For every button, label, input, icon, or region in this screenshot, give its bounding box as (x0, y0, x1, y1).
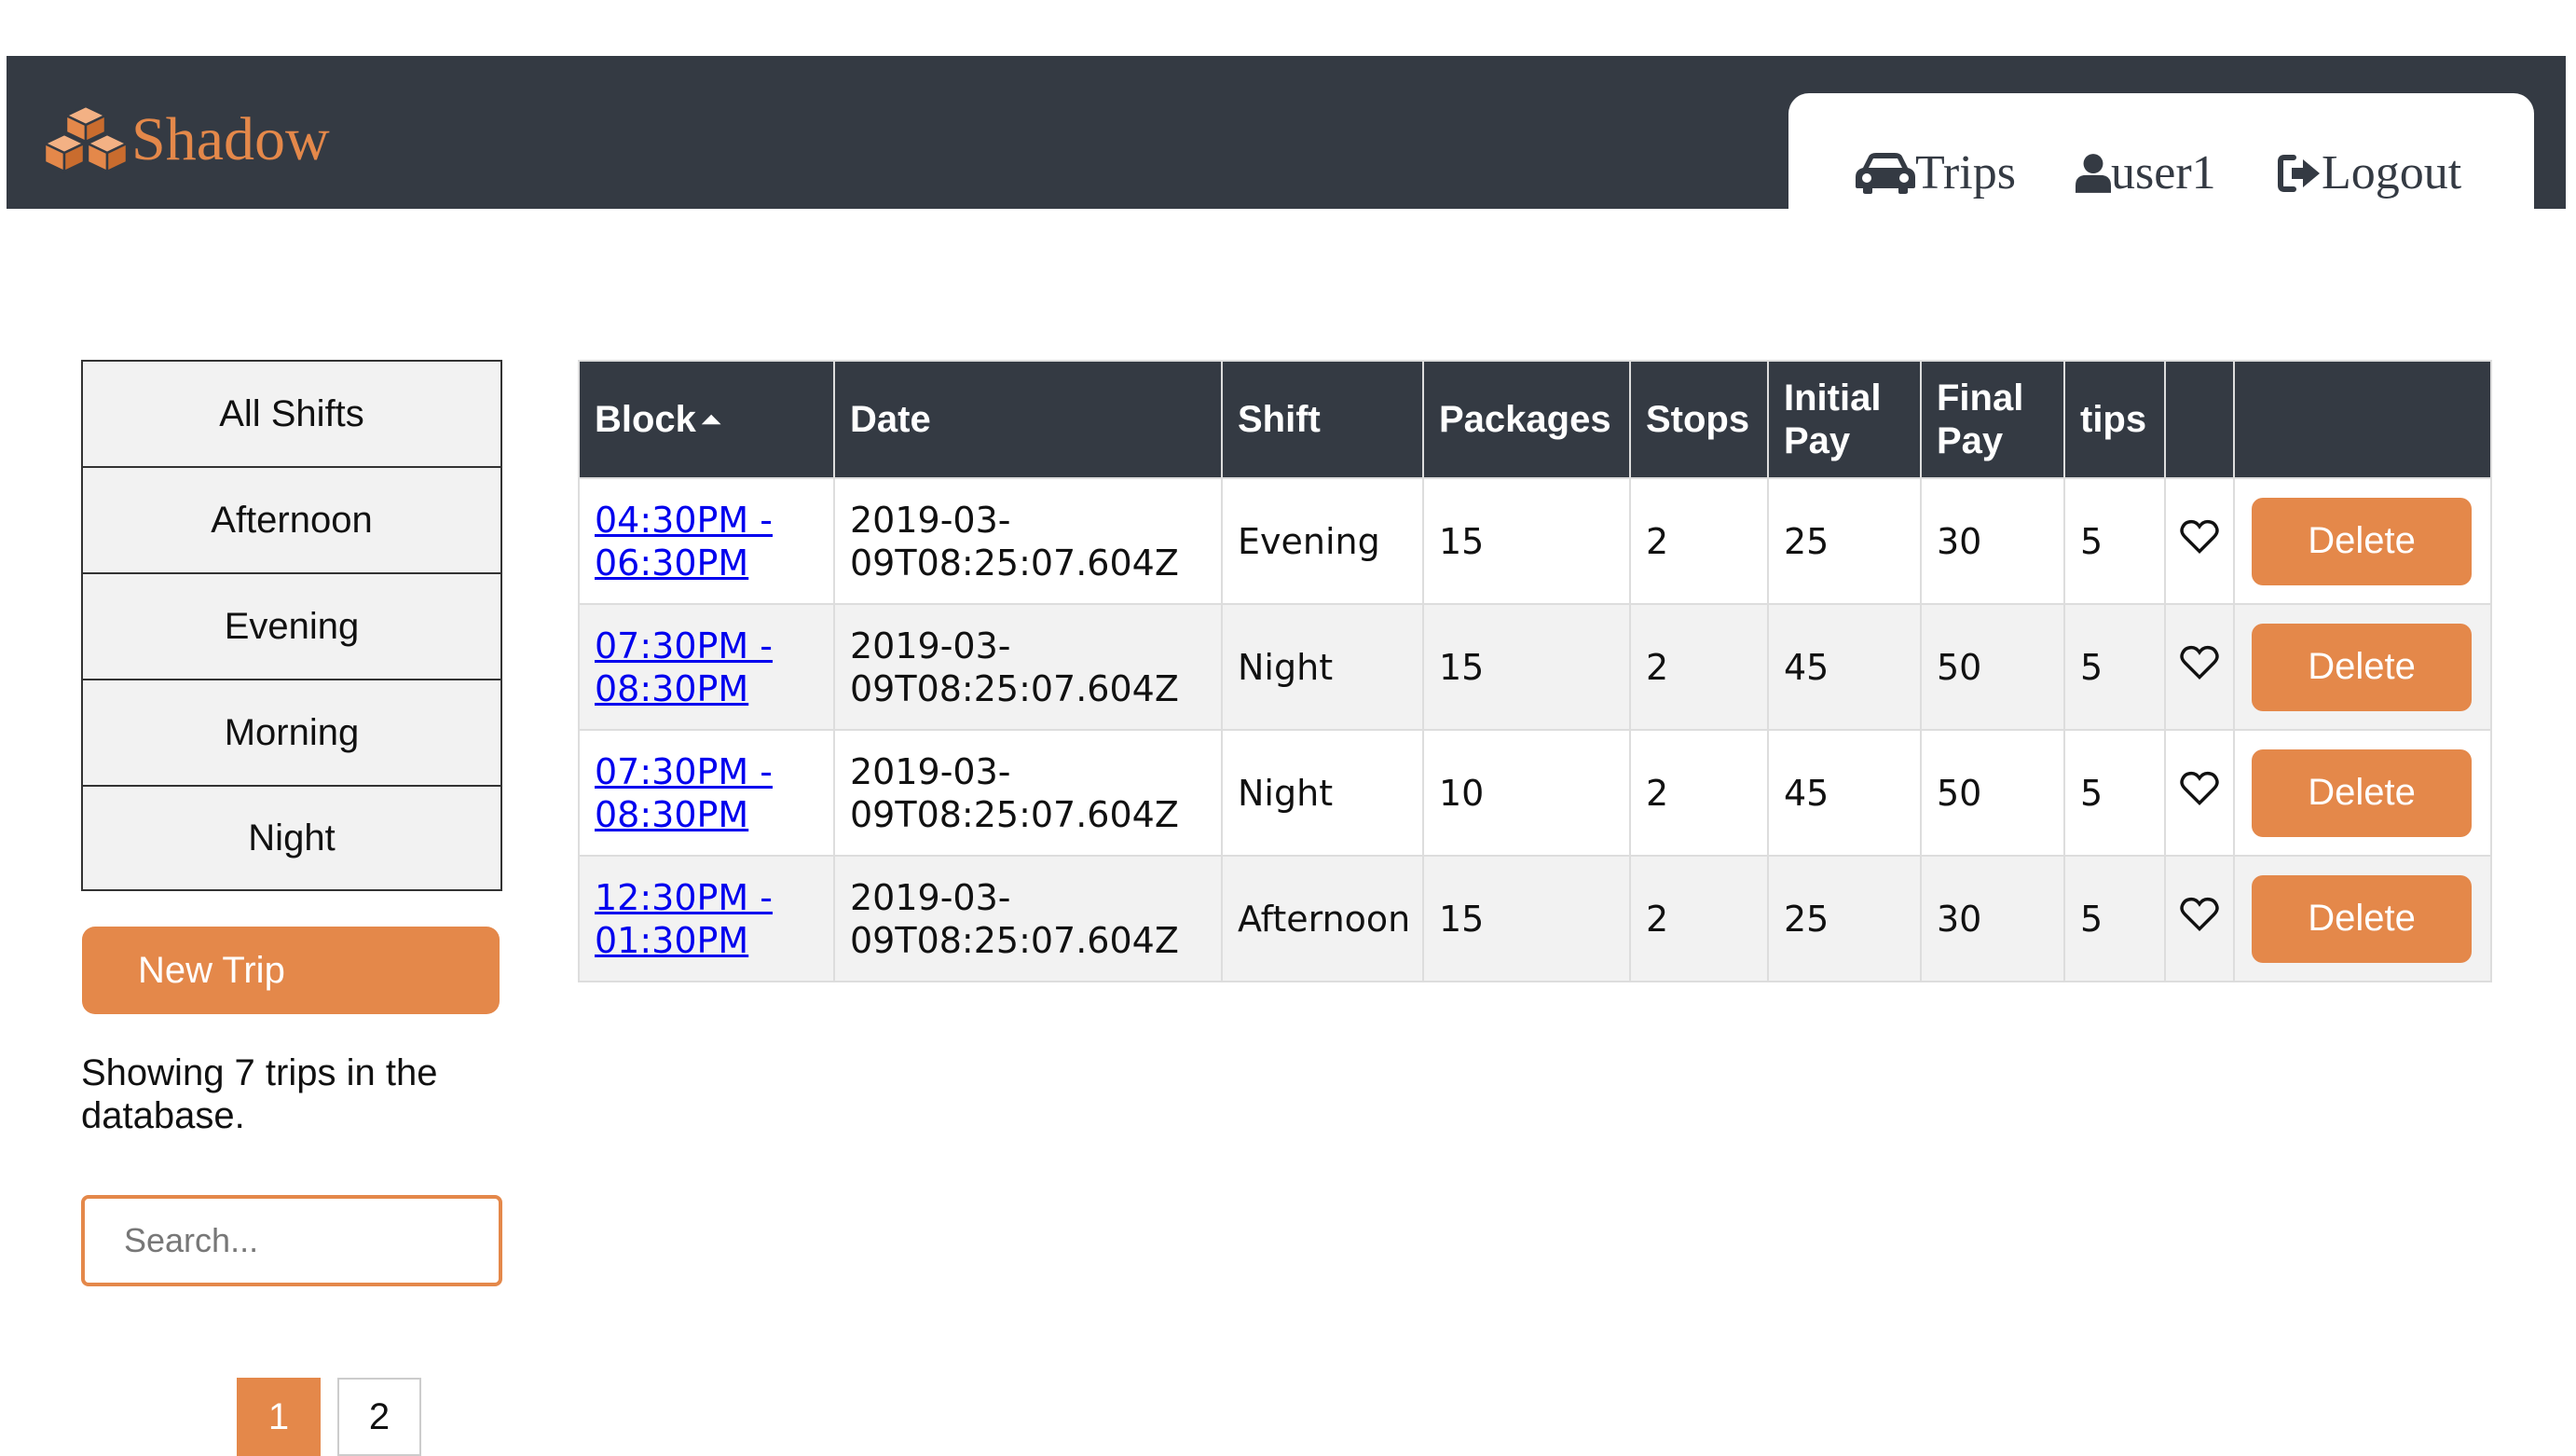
column-header-date[interactable]: Date (833, 360, 1223, 479)
trips-table: Block ⏶ Date Shift Packages Stops Initial… (578, 360, 2492, 982)
cell-tips: 5 (2063, 477, 2166, 605)
block-link[interactable]: 04:30PM - 06:30PM (595, 500, 773, 584)
table-row: 12:30PM - 01:30PM 2019-03-09T08:25:07.60… (578, 855, 2492, 982)
cell-favorite (2164, 603, 2235, 731)
cell-favorite (2164, 729, 2235, 857)
pagination-page-2[interactable]: 2 (337, 1378, 421, 1456)
cell-favorite (2164, 477, 2235, 605)
cell-block: 07:30PM - 08:30PM (578, 603, 835, 731)
cell-block: 12:30PM - 01:30PM (578, 855, 835, 982)
nav-logout-link[interactable]: Logout (2277, 145, 2461, 201)
column-header-favorite (2164, 360, 2235, 479)
heart-icon[interactable] (2180, 645, 2219, 680)
cell-stops: 2 (1629, 855, 1769, 982)
brand-name: Shadow (131, 105, 330, 173)
cell-shift: Afternoon (1221, 855, 1424, 982)
cell-initial-pay: 25 (1767, 477, 1922, 605)
table-row: 07:30PM - 08:30PM 2019-03-09T08:25:07.60… (578, 729, 2492, 857)
nav-trips-link[interactable]: Trips (1856, 145, 2016, 201)
cell-final-pay: 50 (1920, 729, 2065, 857)
cell-stops: 2 (1629, 477, 1769, 605)
new-trip-button[interactable]: New Trip (82, 927, 500, 1014)
cell-initial-pay: 45 (1767, 603, 1922, 731)
cell-initial-pay: 45 (1767, 729, 1922, 857)
heart-icon[interactable] (2180, 771, 2219, 806)
table-row: 04:30PM - 06:30PM 2019-03-09T08:25:07.60… (578, 477, 2492, 605)
column-header-final-pay[interactable]: Final Pay (1920, 360, 2065, 479)
block-link[interactable]: 12:30PM - 01:30PM (595, 877, 773, 961)
delete-button[interactable]: Delete (2252, 623, 2472, 711)
nav-logout-label: Logout (2322, 146, 2462, 199)
shift-filter-evening[interactable]: Evening (83, 574, 500, 680)
nav-user-link[interactable]: user1 (2076, 145, 2216, 201)
cell-date: 2019-03-09T08:25:07.604Z (833, 729, 1223, 857)
navbar: Shadow Trips user1 Logout (7, 56, 2566, 209)
cell-packages: 15 (1422, 855, 1631, 982)
cubes-icon (43, 104, 129, 173)
cell-tips: 5 (2063, 729, 2166, 857)
cell-date: 2019-03-09T08:25:07.604Z (833, 855, 1223, 982)
trip-count-text: Showing 7 trips in the database. (81, 1052, 438, 1136)
shift-filter-night[interactable]: Night (83, 787, 500, 889)
user-icon (2076, 154, 2111, 193)
cell-final-pay: 50 (1920, 603, 2065, 731)
cell-shift: Evening (1221, 477, 1424, 605)
shift-filter-morning[interactable]: Morning (83, 680, 500, 787)
pagination-page-1[interactable]: 1 (237, 1378, 321, 1456)
delete-button[interactable]: Delete (2252, 874, 2472, 963)
column-header-stops[interactable]: Stops (1629, 360, 1769, 479)
cell-packages: 15 (1422, 477, 1631, 605)
column-header-block-label: Block (595, 399, 696, 440)
cell-packages: 15 (1422, 603, 1631, 731)
delete-button[interactable]: Delete (2252, 749, 2472, 837)
shift-filter-afternoon[interactable]: Afternoon (83, 468, 500, 574)
block-link[interactable]: 07:30PM - 08:30PM (595, 625, 773, 709)
table-header-row: Block ⏶ Date Shift Packages Stops Initial… (578, 360, 2492, 479)
cell-actions: Delete (2233, 729, 2492, 857)
car-icon (1856, 153, 1915, 194)
cell-final-pay: 30 (1920, 477, 2065, 605)
column-header-shift[interactable]: Shift (1221, 360, 1424, 479)
shift-filter-all[interactable]: All Shifts (83, 362, 500, 468)
heart-icon[interactable] (2180, 519, 2219, 555)
cell-date: 2019-03-09T08:25:07.604Z (833, 603, 1223, 731)
cell-actions: Delete (2233, 603, 2492, 731)
cell-favorite (2164, 855, 2235, 982)
delete-button[interactable]: Delete (2252, 497, 2472, 585)
cell-final-pay: 30 (1920, 855, 2065, 982)
cell-packages: 10 (1422, 729, 1631, 857)
cell-actions: Delete (2233, 477, 2492, 605)
cell-shift: Night (1221, 729, 1424, 857)
cell-actions: Delete (2233, 855, 2492, 982)
table-row: 07:30PM - 08:30PM 2019-03-09T08:25:07.60… (578, 603, 2492, 731)
block-link[interactable]: 07:30PM - 08:30PM (595, 751, 773, 835)
column-header-block[interactable]: Block ⏶ (578, 360, 835, 479)
cell-initial-pay: 25 (1767, 855, 1922, 982)
brand-logo[interactable]: Shadow (42, 93, 330, 186)
cell-shift: Night (1221, 603, 1424, 731)
column-header-tips[interactable]: tips (2063, 360, 2166, 479)
cell-stops: 2 (1629, 729, 1769, 857)
shift-filter-list: All Shifts Afternoon Evening Morning Nig… (81, 360, 502, 891)
cell-block: 04:30PM - 06:30PM (578, 477, 835, 605)
cell-stops: 2 (1629, 603, 1769, 731)
sign-out-icon (2278, 155, 2320, 192)
column-header-actions (2233, 360, 2492, 479)
nav-trips-label: Trips (1915, 146, 2016, 199)
heart-icon[interactable] (2180, 897, 2219, 932)
nav-tabs: Trips user1 Logout (1788, 93, 2534, 209)
nav-user-label: user1 (2111, 146, 2216, 199)
cell-date: 2019-03-09T08:25:07.604Z (833, 477, 1223, 605)
cell-tips: 5 (2063, 603, 2166, 731)
cell-tips: 5 (2063, 855, 2166, 982)
column-header-initial-pay[interactable]: Initial Pay (1767, 360, 1922, 479)
column-header-packages[interactable]: Packages (1422, 360, 1631, 479)
sort-ascending-icon: ⏶ (701, 405, 721, 433)
cell-block: 07:30PM - 08:30PM (578, 729, 835, 857)
search-input[interactable] (81, 1195, 502, 1286)
